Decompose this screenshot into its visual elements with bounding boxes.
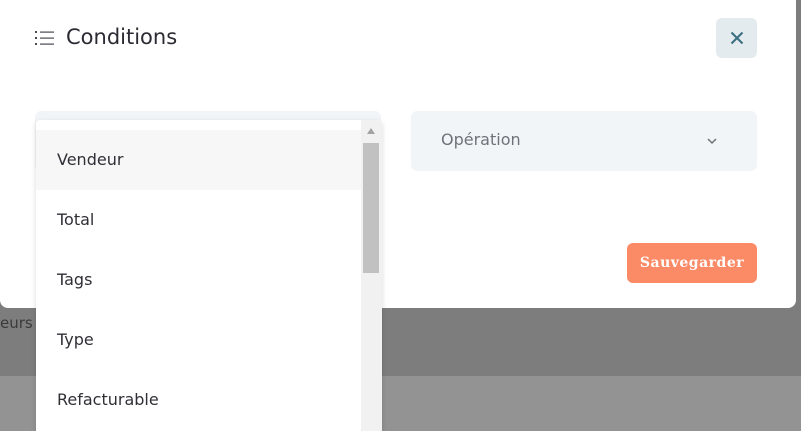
list-icon <box>35 31 54 45</box>
dropdown-option-refacturable[interactable]: Refacturable <box>36 370 361 430</box>
dropdown-option-vendeur[interactable]: Vendeur <box>36 130 361 190</box>
scroll-up-arrow-icon[interactable] <box>366 127 376 135</box>
save-button[interactable]: Sauvegarder <box>627 243 757 283</box>
dropdown-option-type[interactable]: Type <box>36 310 361 370</box>
chevron-down-icon <box>707 138 717 145</box>
background-partial-text: eurs <box>0 314 33 332</box>
close-icon <box>730 31 743 45</box>
dropdown-options: Vendeur Total Tags Type Refacturable <box>36 130 361 430</box>
dropdown-option-total[interactable]: Total <box>36 190 361 250</box>
scrollbar-thumb[interactable] <box>363 143 379 273</box>
dropdown-scrollbar[interactable] <box>361 120 382 431</box>
modal-title: Conditions <box>66 25 178 49</box>
field-dropdown-menu: Vendeur Total Tags Type Refacturable <box>36 120 382 431</box>
operation-select[interactable]: Opération <box>411 111 757 171</box>
operation-placeholder: Opération <box>441 130 521 149</box>
close-button[interactable] <box>716 18 757 58</box>
dropdown-option-tags[interactable]: Tags <box>36 250 361 310</box>
